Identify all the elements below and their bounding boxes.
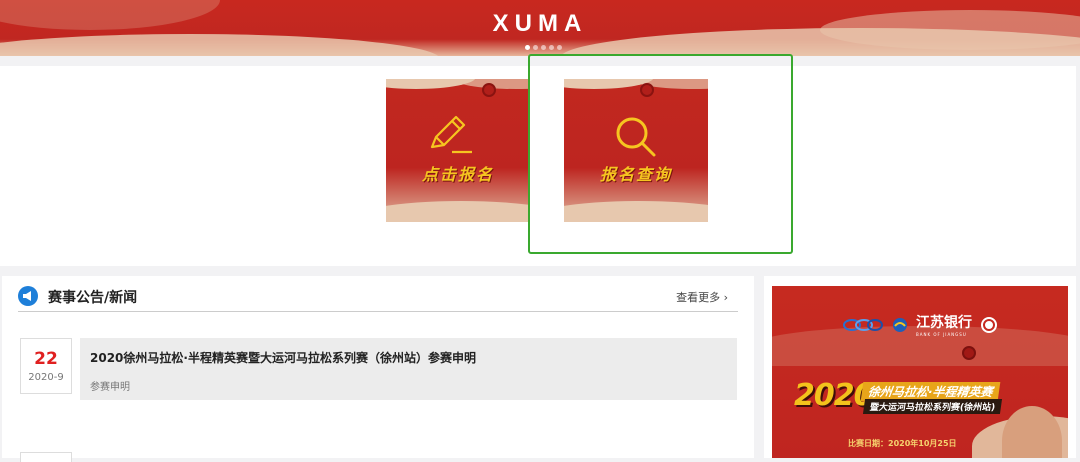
poster-title-line2: 暨大运河马拉松系列赛(徐州站) — [862, 399, 1003, 414]
news-section-title: 赛事公告/新闻 — [48, 290, 138, 306]
carousel-dot-2[interactable] — [533, 45, 538, 50]
news-date-badge-partial — [20, 452, 72, 462]
view-more-label: 查看更多 — [676, 291, 721, 304]
register-card-button[interactable]: 点击报名 — [386, 79, 530, 222]
pencil-icon — [430, 115, 472, 154]
seal-icon — [981, 316, 997, 333]
carousel-dot-5[interactable] — [557, 45, 562, 50]
carousel-dot-3[interactable] — [541, 45, 546, 50]
poster-panel: 江苏银行 BANK OF JIANGSU 2020 徐州马拉松·半程精英赛 暨大… — [764, 276, 1076, 458]
xuma-logo: XUMA — [492, 10, 588, 37]
carousel-dots — [525, 45, 562, 50]
carousel-dot-4[interactable] — [549, 45, 554, 50]
register-card-label: 点击报名 — [421, 165, 494, 184]
news-header: 赛事公告/新闻 查看更多 › — [18, 284, 738, 312]
news-date-day: 22 — [34, 349, 58, 369]
news-panel: 赛事公告/新闻 查看更多 › 22 2020-9 2020徐州马拉松·半程精英赛… — [2, 276, 754, 462]
marathon-logo-icon — [843, 318, 883, 331]
news-item-title[interactable]: 2020徐州马拉松·半程精英赛暨大运河马拉松系列赛（徐州站）参赛申明 — [90, 349, 476, 366]
news-item-tag: 参赛申明 — [90, 382, 130, 393]
carousel-dot-1[interactable] — [525, 45, 530, 50]
bank-name: 江苏银行 — [916, 315, 972, 331]
news-date-badge: 22 2020-9 — [20, 338, 72, 394]
sponsor-logos: 江苏银行 BANK OF JIANGSU — [772, 312, 1068, 337]
news-date-year-month: 2020-9 — [28, 372, 64, 383]
selection-highlight — [528, 54, 793, 254]
bank-logo-icon — [893, 317, 907, 332]
news-list-item[interactable]: 2020徐州马拉松·半程精英赛暨大运河马拉松系列赛（徐州站）参赛申明 参赛申明 — [80, 338, 737, 400]
bank-name-en: BANK OF JIANGSU — [916, 332, 967, 337]
chevron-right-icon: › — [723, 291, 728, 304]
event-poster-image[interactable]: 江苏银行 BANK OF JIANGSU 2020 徐州马拉松·半程精英赛 暨大… — [772, 286, 1068, 458]
megaphone-icon — [18, 286, 38, 306]
poster-race-date: 比赛日期：2020年10月25日 — [848, 439, 957, 448]
top-banner-carousel[interactable]: XUMA — [0, 0, 1080, 56]
view-more-link[interactable]: 查看更多 › — [676, 289, 728, 305]
